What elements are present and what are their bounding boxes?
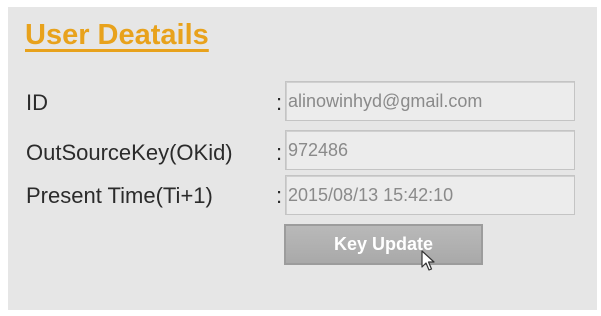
id-field[interactable] [285, 81, 575, 121]
outsource-key-label: OutSourceKey(OKid) [26, 140, 233, 165]
page-title: User Deatails [25, 19, 209, 51]
mouse-pointer-icon [421, 250, 435, 271]
present-time-label: Present Time(Ti+1) [26, 183, 213, 208]
user-details-panel: User Deatails ID : OutSourceKey(OKid) : … [8, 7, 597, 310]
id-label: ID [26, 90, 48, 115]
id-colon: : [276, 90, 283, 115]
key-update-button[interactable]: Key Update [284, 224, 483, 265]
present-time-colon: : [276, 183, 283, 208]
outsource-key-field[interactable] [285, 130, 575, 170]
outsource-key-colon: : [276, 140, 283, 165]
present-time-field[interactable] [285, 175, 575, 215]
